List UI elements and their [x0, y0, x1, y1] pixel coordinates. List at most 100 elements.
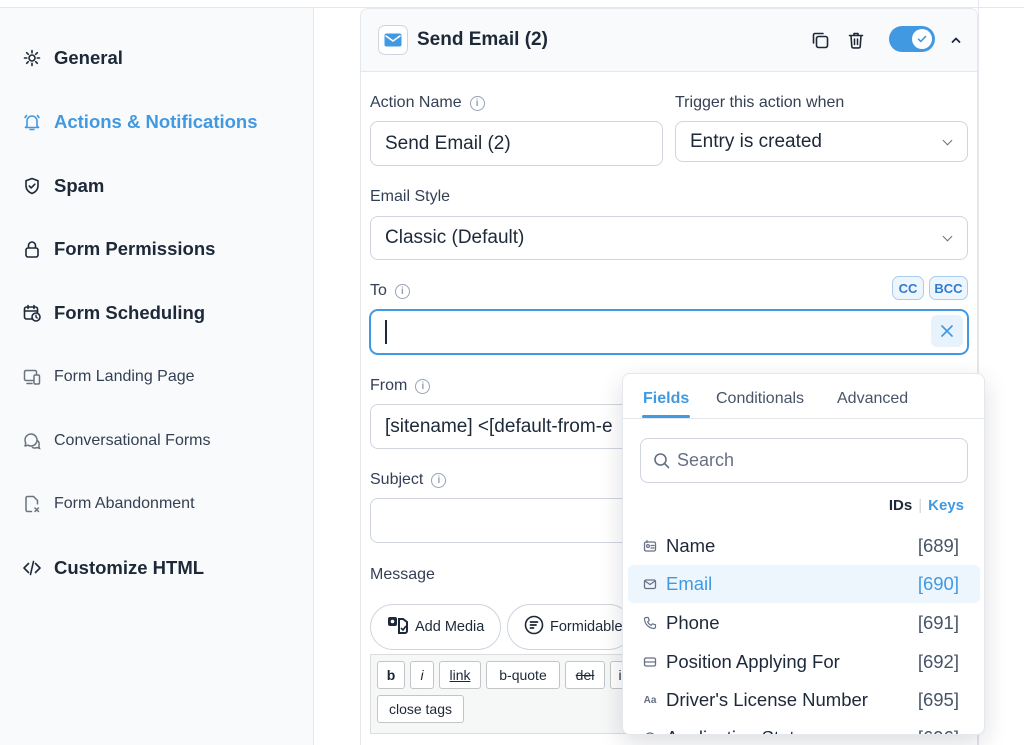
duplicate-icon[interactable]	[809, 29, 831, 51]
close-tags-button[interactable]: close tags	[377, 695, 464, 723]
field-row-phone[interactable]: Phone [691]	[628, 604, 980, 642]
media-icon	[387, 615, 409, 639]
info-icon[interactable]: i	[469, 95, 485, 111]
sidebar-item-customize-html[interactable]: Customize HTML	[22, 553, 204, 583]
sidebar-item-label: Form Abandonment	[54, 495, 195, 512]
action-name-input[interactable]: Send Email (2)	[370, 121, 663, 166]
italic-button[interactable]: i	[410, 661, 434, 689]
calendar-clock-icon	[22, 303, 42, 323]
sidebar-item-form-permissions[interactable]: Form Permissions	[22, 234, 215, 264]
tab-conditionals[interactable]: Conditionals	[716, 390, 804, 408]
email-style-select[interactable]: Classic (Default)	[370, 216, 968, 260]
info-icon[interactable]: i	[415, 378, 431, 394]
from-label: From i	[370, 377, 431, 395]
message-label: Message	[370, 566, 435, 584]
bell-icon	[22, 112, 42, 132]
text-field-icon: Aa	[643, 694, 657, 706]
to-label: To i	[370, 282, 410, 300]
add-media-button[interactable]: Add Media	[370, 604, 502, 650]
field-picker-popover: Fields Conditionals Advanced Search IDs …	[622, 373, 985, 735]
name-card-icon	[642, 538, 658, 554]
envelope-icon	[642, 576, 658, 592]
to-input[interactable]	[370, 310, 968, 354]
tab-fields[interactable]: Fields	[643, 390, 689, 408]
formidable-label: Formidable	[550, 619, 623, 635]
blockquote-button[interactable]: b-quote	[486, 661, 560, 689]
chevron-down-icon	[942, 135, 953, 145]
field-label: Position Applying For	[666, 651, 840, 672]
chevron-up-icon[interactable]	[945, 29, 967, 51]
subject-label-text: Subject	[370, 471, 424, 488]
link-button[interactable]: link	[439, 661, 481, 689]
sidebar-item-label: Form Scheduling	[54, 302, 206, 323]
formidable-button[interactable]: Formidable	[507, 604, 632, 650]
field-row-name[interactable]: Name [689]	[628, 527, 980, 565]
sidebar-item-form-scheduling[interactable]: Form Scheduling	[22, 298, 205, 328]
ids-toggle[interactable]: IDs	[889, 497, 912, 514]
trigger-select[interactable]: Entry is created	[675, 121, 968, 162]
action-enabled-toggle[interactable]	[889, 26, 935, 52]
sidebar-item-label: Customize HTML	[54, 557, 205, 578]
search-placeholder: Search	[677, 450, 735, 470]
field-label: Application Status	[666, 727, 814, 734]
email-style-value: Classic (Default)	[385, 227, 525, 248]
gear-icon	[22, 48, 42, 68]
info-icon[interactable]: i	[394, 283, 410, 299]
action-name-label-text: Action Name	[370, 94, 462, 111]
sidebar-item-form-abandonment[interactable]: Form Abandonment	[22, 489, 195, 519]
del-button[interactable]: del	[565, 661, 605, 689]
field-id: [690]	[917, 573, 959, 594]
field-row-position[interactable]: Position Applying For [692]	[628, 643, 980, 681]
active-tab-indicator	[642, 415, 690, 418]
field-label: Driver's License Number	[666, 689, 868, 710]
add-media-label: Add Media	[415, 619, 485, 635]
sidebar-item-label: Actions & Notifications	[54, 111, 258, 132]
devices-icon	[22, 367, 42, 387]
field-id: [691]	[917, 612, 959, 633]
field-id: [692]	[917, 651, 959, 672]
sidebar-item-actions-notifications[interactable]: Actions & Notifications	[22, 107, 258, 137]
field-search-input[interactable]: Search	[640, 438, 968, 483]
bcc-button[interactable]: BCC	[929, 276, 968, 300]
separator: |	[918, 497, 923, 514]
field-row-license[interactable]: Aa Driver's License Number [695]	[628, 681, 980, 719]
info-icon[interactable]: i	[431, 472, 447, 488]
field-row-status[interactable]: Application Status [696]	[628, 719, 980, 734]
field-label: Name	[666, 535, 716, 556]
field-id: [696]	[918, 727, 959, 734]
sidebar-item-general[interactable]: General	[22, 43, 123, 73]
envelope-icon	[378, 25, 408, 55]
ids-keys-switch: IDs | Keys	[889, 497, 964, 514]
file-x-icon	[22, 494, 42, 514]
action-name-value: Send Email (2)	[385, 132, 511, 154]
action-card-header[interactable]: Send Email (2)	[361, 9, 977, 72]
sidebar-item-form-landing-page[interactable]: Form Landing Page	[22, 362, 195, 392]
text-cursor	[385, 320, 387, 344]
code-icon	[22, 558, 42, 578]
message-label-text: Message	[370, 566, 435, 583]
sidebar-item-label: General	[54, 47, 123, 68]
close-icon[interactable]	[931, 315, 963, 347]
sidebar-item-spam[interactable]: Spam	[22, 171, 104, 201]
keys-toggle[interactable]: Keys	[928, 497, 964, 514]
bold-button[interactable]: b	[377, 661, 405, 689]
trigger-value: Entry is created	[690, 130, 822, 152]
from-label-text: From	[370, 377, 408, 394]
sidebar-item-conversational-forms[interactable]: Conversational Forms	[22, 426, 211, 456]
sidebar-item-label: Spam	[54, 175, 105, 196]
field-row-email[interactable]: Email [690]	[628, 565, 980, 603]
trigger-label-text: Trigger this action when	[675, 94, 845, 111]
tab-advanced[interactable]: Advanced	[837, 390, 908, 408]
search-icon	[653, 452, 671, 475]
field-label: Email	[666, 573, 713, 594]
action-name-label: Action Name i	[370, 94, 485, 112]
chevron-down-icon	[942, 231, 953, 242]
shield-icon	[22, 176, 42, 196]
trigger-label: Trigger this action when	[675, 94, 844, 112]
dropdown-field-icon	[642, 654, 658, 670]
sidebar-item-label: Conversational Forms	[54, 432, 211, 449]
check-icon	[912, 29, 932, 49]
field-picker-tabs: Fields Conditionals Advanced	[623, 374, 984, 419]
cc-button[interactable]: CC	[892, 276, 924, 300]
trash-icon[interactable]	[845, 29, 867, 51]
